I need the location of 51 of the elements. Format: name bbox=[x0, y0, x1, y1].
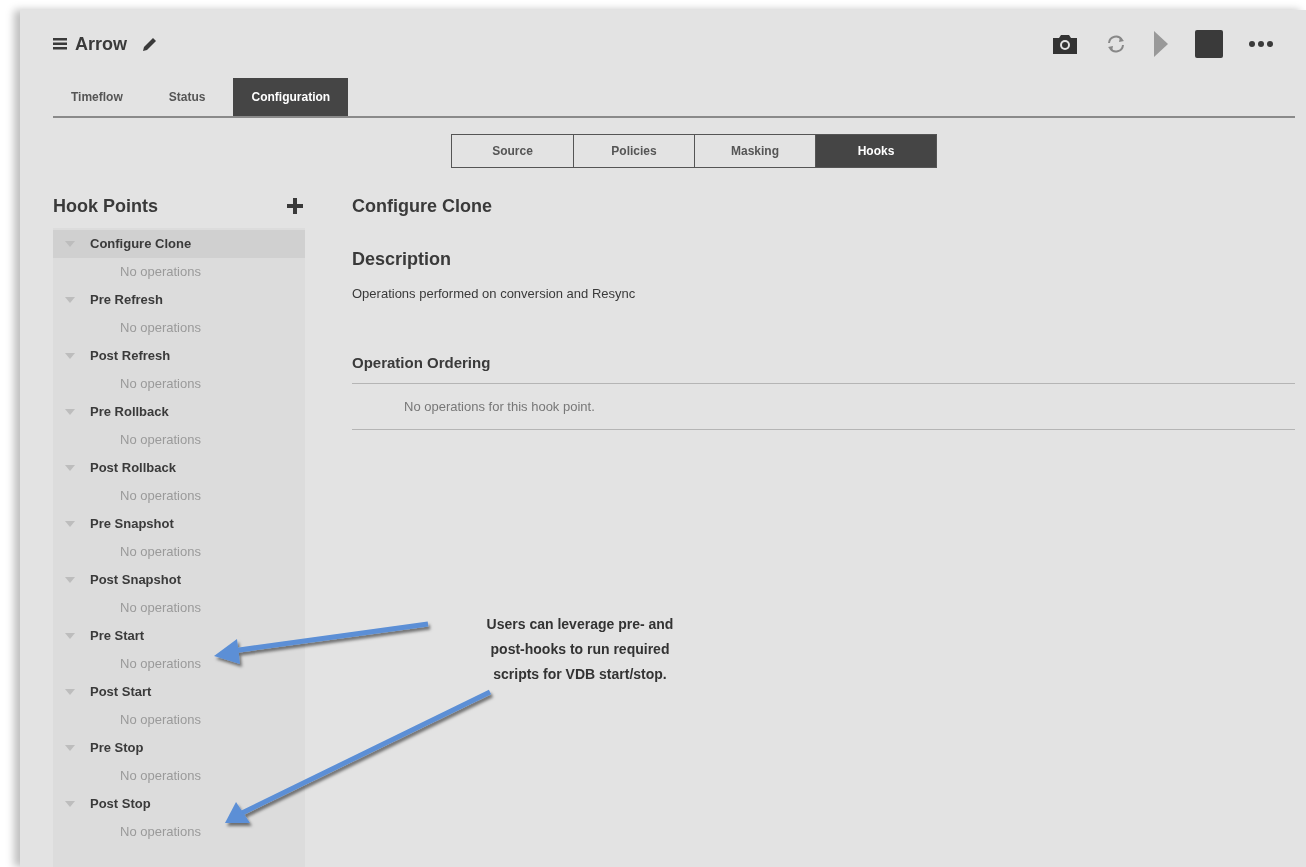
edit-icon[interactable] bbox=[141, 35, 159, 53]
hook-item[interactable]: Post Snapshot bbox=[53, 566, 305, 594]
hook-item[interactable]: Pre Refresh bbox=[53, 286, 305, 314]
add-icon[interactable] bbox=[287, 198, 303, 214]
caret-icon bbox=[65, 633, 75, 639]
section-heading: Description bbox=[352, 249, 452, 269]
hook-item[interactable]: Post Rollback bbox=[53, 454, 305, 482]
description-text: Operations performed on conversion and Resync bbox=[352, 286, 636, 301]
hook-detail: No operations bbox=[120, 543, 201, 562]
hook-detail: No operations bbox=[120, 263, 201, 282]
hook-detail: No operations bbox=[120, 487, 201, 506]
hook-detail: No operations bbox=[120, 431, 201, 450]
hook-item[interactable]: Pre Stop bbox=[53, 734, 305, 762]
detail-title: Configure Clone bbox=[352, 194, 492, 218]
list-icon bbox=[53, 38, 67, 50]
hook-item[interactable]: Post Stop bbox=[53, 790, 305, 818]
hook-item[interactable]: Pre Start bbox=[53, 622, 305, 650]
caret-icon bbox=[65, 465, 75, 471]
refresh-icon[interactable] bbox=[1105, 33, 1127, 55]
hook-detail: No operations bbox=[120, 599, 201, 618]
segment-tab[interactable]: Policies bbox=[573, 135, 694, 167]
empty-message: No operations for this hook point. bbox=[404, 397, 595, 416]
caret-icon bbox=[65, 577, 75, 583]
caret-icon bbox=[65, 353, 75, 359]
hook-item[interactable]: Configure Clone bbox=[53, 230, 305, 258]
more-icon[interactable] bbox=[1249, 41, 1273, 47]
segment-tab[interactable]: Hooks bbox=[815, 135, 936, 167]
hook-item[interactable]: Post Refresh bbox=[53, 342, 305, 370]
segment-tab[interactable]: Source bbox=[452, 135, 573, 167]
hook-detail: No operations bbox=[120, 823, 201, 842]
hook-item[interactable]: Pre Snapshot bbox=[53, 510, 305, 538]
hook-item[interactable]: Post Start bbox=[53, 678, 305, 706]
tab[interactable]: Timeflow bbox=[53, 78, 141, 116]
hook-detail: No operations bbox=[120, 767, 201, 786]
caret-icon bbox=[65, 409, 75, 415]
section-heading: Operation Ordering bbox=[352, 354, 491, 371]
tab[interactable]: Status bbox=[150, 78, 224, 116]
caret-icon bbox=[65, 745, 75, 751]
caret-icon bbox=[65, 689, 75, 695]
caret-icon bbox=[65, 297, 75, 303]
page-title: Arrow bbox=[75, 32, 127, 56]
sidebar-title: Hook Points bbox=[53, 194, 158, 218]
caret-icon bbox=[65, 521, 75, 527]
hook-detail: No operations bbox=[120, 319, 201, 338]
annotation-text: Users can leverage pre- and post-hooks to run required scripts for VDB start/stop. bbox=[485, 615, 675, 684]
tab[interactable]: Configuration bbox=[233, 78, 349, 116]
hook-detail: No operations bbox=[120, 655, 201, 674]
hook-item[interactable]: Pre Rollback bbox=[53, 398, 305, 426]
hook-detail: No operations bbox=[120, 711, 201, 730]
caret-icon bbox=[65, 801, 75, 807]
hook-detail: No operations bbox=[120, 375, 201, 394]
